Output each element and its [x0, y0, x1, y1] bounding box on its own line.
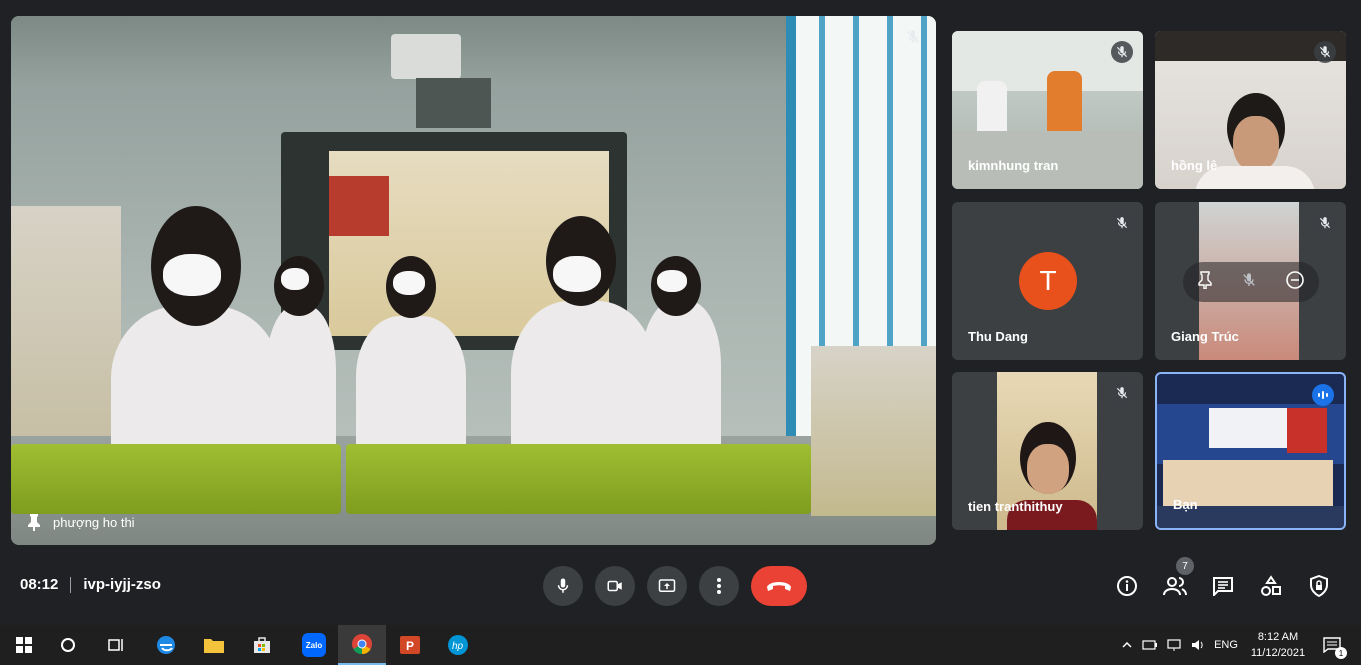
edge-taskbar-button[interactable] [142, 625, 190, 665]
participant-name: hồng lê [1171, 158, 1218, 173]
taskbar-clock[interactable]: 8:12 AM 11/12/2021 [1240, 629, 1316, 661]
participant-count-badge: 7 [1176, 557, 1194, 575]
divider [70, 576, 72, 593]
chat-button[interactable] [1207, 570, 1239, 602]
hp-taskbar-button[interactable]: hp [434, 625, 482, 665]
svg-text:P: P [406, 639, 414, 653]
participant-name: Giang Trúc [1171, 329, 1239, 344]
task-view-icon [108, 639, 123, 651]
meeting-info: 08:12 ivp-iyjj-zso [20, 576, 161, 593]
mic-off-icon [1111, 41, 1133, 63]
volume-icon[interactable] [1186, 638, 1210, 652]
meeting-controls-bar: 08:12 ivp-iyjj-zso [0, 556, 1361, 616]
host-controls-button[interactable] [1303, 570, 1335, 602]
present-screen-button[interactable] [647, 566, 687, 606]
meeting-details-button[interactable] [1111, 570, 1143, 602]
battery-icon[interactable] [1138, 640, 1162, 650]
search-button[interactable] [44, 625, 92, 665]
activities-button[interactable] [1255, 570, 1287, 602]
mic-off-icon [1314, 212, 1336, 234]
edge-icon [157, 636, 175, 654]
clock-time: 8:12 AM [1257, 631, 1299, 643]
notification-count-badge: 1 [1335, 647, 1347, 659]
task-view-button[interactable] [92, 625, 140, 665]
network-icon[interactable] [1162, 638, 1186, 652]
powerpoint-icon: P [400, 636, 420, 654]
language-indicator[interactable]: ENG [1210, 639, 1242, 651]
zalo-taskbar-button[interactable]: Zalo [290, 625, 338, 665]
activities-icon [1261, 575, 1281, 596]
zalo-icon: Zalo [302, 633, 326, 657]
self-view-tile[interactable]: Bạn [1155, 372, 1346, 530]
microphone-icon [557, 578, 569, 593]
main-tile-name: phượng ho thi [53, 514, 135, 530]
participant-tile[interactable]: Giang Trúc [1155, 202, 1346, 360]
participant-tile[interactable]: T Thu Dang [952, 202, 1143, 360]
mute-participant-icon[interactable] [1241, 271, 1257, 294]
powerpoint-taskbar-button[interactable]: P [386, 625, 434, 665]
mic-off-icon [1111, 382, 1133, 404]
start-button[interactable] [0, 625, 48, 665]
windows-logo-icon [16, 637, 32, 653]
clock-date: 11/12/2021 [1250, 647, 1306, 659]
participant-name: Bạn [1173, 497, 1198, 512]
folder-icon [204, 639, 224, 653]
participant-name: kimnhung tran [968, 158, 1059, 173]
main-video-feed [11, 16, 936, 545]
cortana-icon [61, 638, 75, 652]
participant-name: Thu Dang [968, 329, 1028, 344]
people-icon [1163, 577, 1187, 596]
tray-expand-icon[interactable] [1116, 642, 1138, 648]
more-vert-icon [717, 578, 721, 594]
action-center-button[interactable]: 1 [1312, 625, 1352, 665]
participant-tile[interactable]: kimnhung tran [952, 31, 1143, 189]
shield-lock-icon [1310, 575, 1328, 597]
microphone-button[interactable] [543, 566, 583, 606]
meeting-time: 08:12 [20, 576, 59, 593]
chat-icon [1213, 577, 1233, 596]
camera-icon [607, 580, 622, 592]
tile-hover-controls [1183, 262, 1319, 302]
chrome-icon [352, 634, 372, 655]
participant-tile[interactable]: hồng lê [1155, 31, 1346, 189]
chrome-taskbar-button[interactable] [338, 625, 386, 665]
pin-icon[interactable] [1197, 270, 1213, 294]
meeting-code: ivp-iyjj-zso [83, 576, 161, 593]
windows-taskbar: Zalo P hp ENG 8:12 AM 11/12/2021 1 [0, 625, 1361, 665]
mic-off-icon [1111, 212, 1133, 234]
participant-name: tien tranthithuy [968, 499, 1063, 514]
more-options-button[interactable] [699, 566, 739, 606]
hang-up-icon [767, 582, 791, 591]
camera-button[interactable] [595, 566, 635, 606]
store-taskbar-button[interactable] [238, 625, 286, 665]
hp-icon: hp [448, 635, 468, 655]
participant-avatar: T [1019, 252, 1077, 310]
main-video-tile[interactable]: phượng ho thi [11, 16, 936, 545]
mic-off-icon [1314, 41, 1336, 63]
main-tile-mute-icon [902, 26, 924, 48]
info-icon [1117, 576, 1137, 596]
system-tray: ENG [1116, 625, 1242, 665]
remove-participant-icon[interactable] [1285, 270, 1305, 295]
participant-tile[interactable]: tien tranthithuy [952, 372, 1143, 530]
file-explorer-taskbar-button[interactable] [190, 625, 238, 665]
pin-icon[interactable] [25, 513, 43, 531]
end-call-button[interactable] [751, 566, 807, 606]
store-icon [254, 637, 270, 653]
present-screen-icon [658, 579, 676, 592]
meet-window: phượng ho thi kimnhung tran hồng lê T Th… [0, 0, 1361, 625]
main-tile-name-tag: phượng ho thi [25, 513, 135, 531]
svg-text:hp: hp [452, 641, 464, 652]
speaking-indicator-icon [1312, 384, 1334, 406]
